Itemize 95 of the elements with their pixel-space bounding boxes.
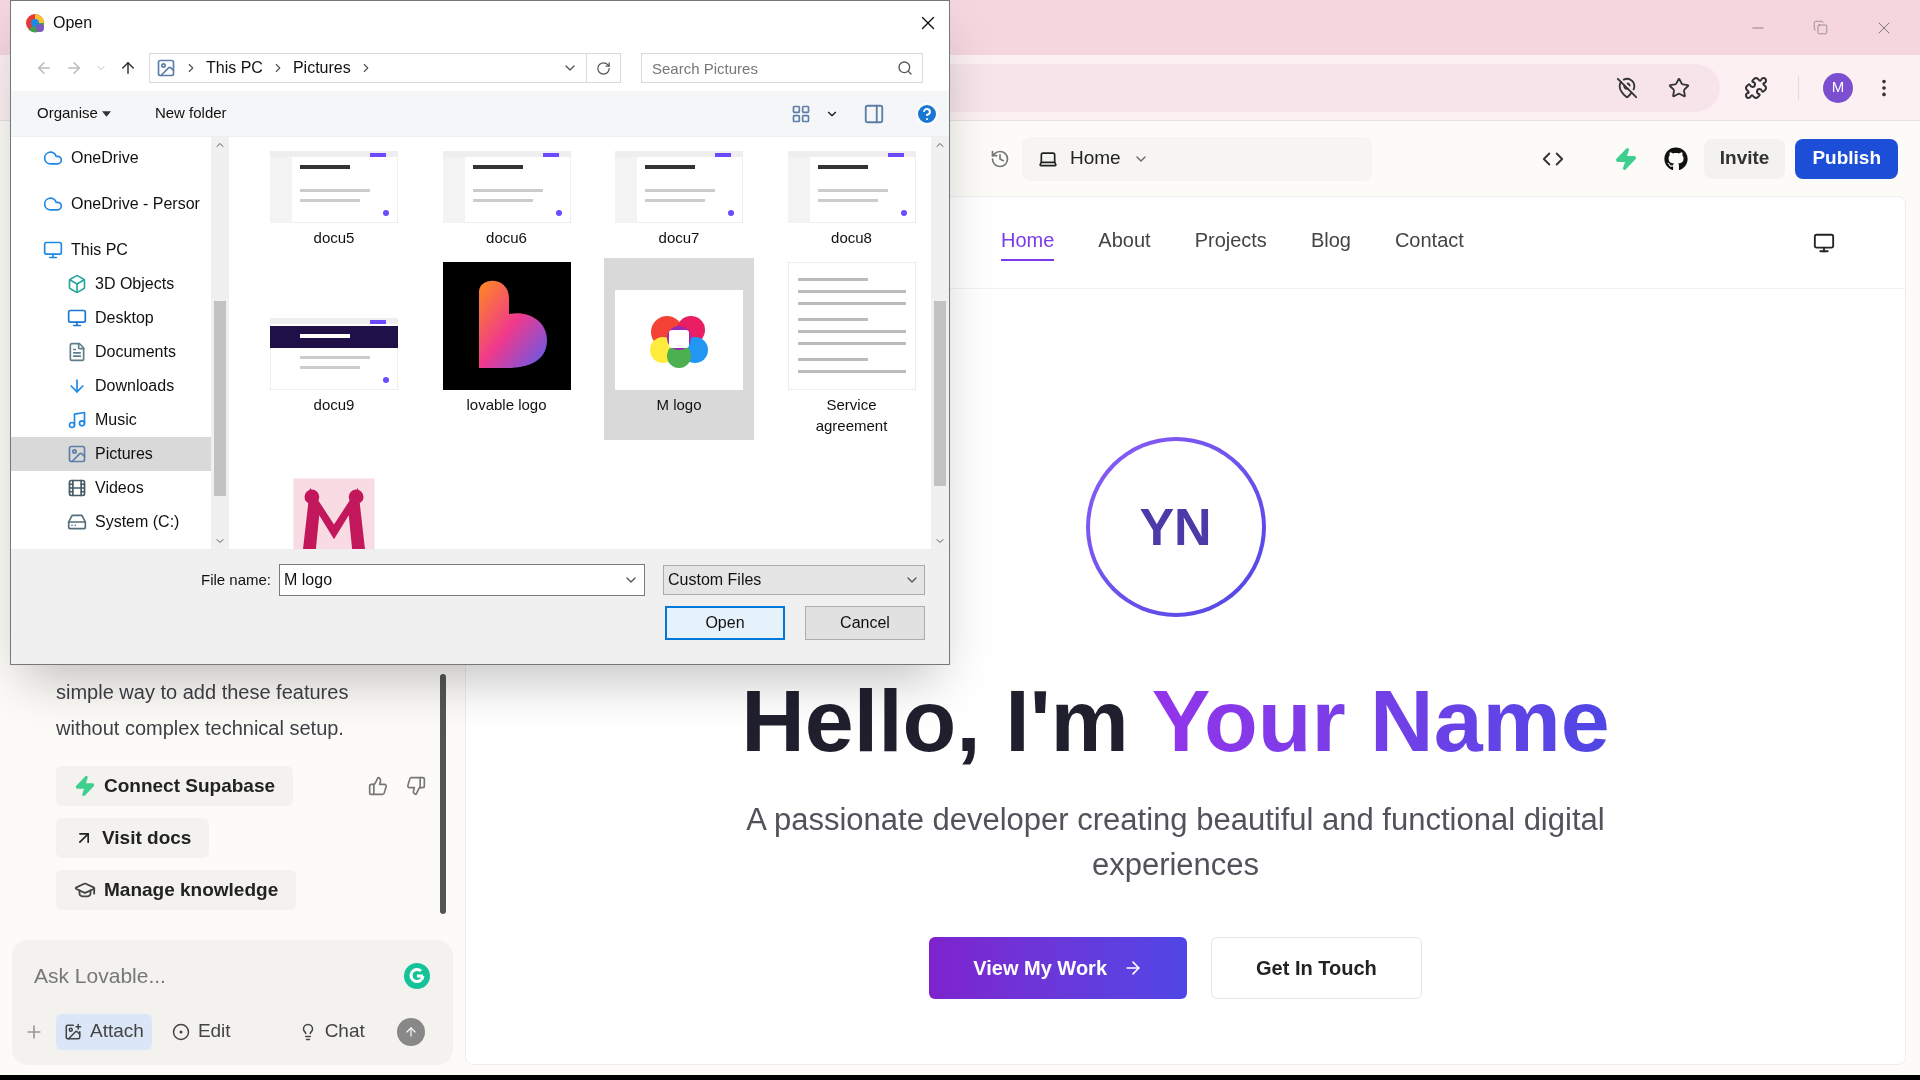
nav-link[interactable]: Blog bbox=[1310, 224, 1351, 261]
nav-link[interactable]: About bbox=[1098, 224, 1151, 261]
file-tile[interactable]: docu6 bbox=[431, 143, 582, 252]
scrollbar[interactable] bbox=[440, 674, 446, 914]
scrollbar[interactable] bbox=[931, 137, 949, 549]
file-tile[interactable]: docu8 bbox=[776, 143, 927, 252]
file-tile[interactable]: lovable logo bbox=[431, 258, 582, 440]
sidebar-item[interactable]: Desktop bbox=[11, 301, 211, 335]
history-icon[interactable] bbox=[990, 148, 1010, 169]
file-name: Service agreement bbox=[814, 395, 889, 436]
extensions-icon[interactable] bbox=[1744, 75, 1768, 100]
tool-button[interactable]: Edit bbox=[163, 1013, 239, 1050]
file-tile[interactable]: docu7 bbox=[604, 143, 754, 252]
computer-icon bbox=[43, 240, 63, 260]
thumbs-up-icon[interactable] bbox=[368, 776, 388, 796]
file-name: docu5 bbox=[312, 228, 356, 248]
page-selector[interactable]: Home bbox=[1022, 136, 1372, 181]
image-icon bbox=[67, 444, 87, 464]
sidebar-item[interactable]: 3D Objects bbox=[11, 267, 211, 301]
sidebar-item[interactable]: OneDrive bbox=[11, 141, 211, 175]
file-tile[interactable]: docu9 bbox=[259, 258, 409, 440]
file-tile[interactable]: Service agreement bbox=[776, 258, 927, 440]
up-icon[interactable] bbox=[119, 59, 137, 77]
desktop-icon bbox=[67, 308, 87, 328]
bolt-icon bbox=[74, 775, 96, 797]
nav-link[interactable]: Projects bbox=[1194, 224, 1267, 261]
file-name: docu6 bbox=[485, 228, 528, 248]
file-name: docu9 bbox=[312, 395, 356, 415]
nav-link[interactable]: Home bbox=[1001, 224, 1055, 261]
cloud-icon bbox=[43, 148, 63, 168]
image-icon bbox=[156, 58, 176, 78]
app-icon bbox=[25, 13, 45, 33]
document-icon bbox=[67, 342, 87, 362]
preview-pane-icon[interactable] bbox=[863, 102, 885, 125]
tool-button[interactable]: Chat bbox=[290, 1013, 373, 1050]
music-note-icon bbox=[67, 410, 87, 430]
tool-button[interactable]: Attach bbox=[56, 1013, 152, 1050]
sidebar-item[interactable]: Documents bbox=[11, 335, 211, 369]
sidebar-item[interactable]: OneDrive - Persor bbox=[11, 187, 211, 221]
address-bar[interactable]: This PC Pictures bbox=[149, 53, 621, 83]
drive-icon bbox=[67, 512, 87, 532]
sidebar-item[interactable]: Pictures bbox=[11, 437, 211, 471]
sidebar-item[interactable]: This PC bbox=[11, 233, 211, 267]
file-name-field[interactable]: M logo bbox=[279, 564, 645, 596]
action-button[interactable]: Manage knowledge bbox=[56, 870, 297, 910]
action-button[interactable]: Connect Supabase bbox=[56, 766, 294, 806]
sidebar-item[interactable]: Downloads bbox=[11, 369, 211, 403]
monitor-icon[interactable] bbox=[1813, 231, 1835, 254]
chat-message: simple way to add these features without complex technical setup. bbox=[56, 680, 350, 741]
github-icon[interactable] bbox=[1663, 146, 1688, 171]
nav-link[interactable]: Contact bbox=[1394, 224, 1464, 261]
profile-avatar[interactable]: M bbox=[1823, 72, 1853, 103]
refresh-icon[interactable] bbox=[596, 60, 611, 76]
action-button[interactable]: Visit docs bbox=[56, 818, 210, 858]
breadcrumb-item[interactable]: Pictures bbox=[292, 56, 351, 80]
publish-button[interactable]: Publish bbox=[1795, 138, 1898, 179]
toolbar-command[interactable]: New folder bbox=[154, 102, 227, 125]
file-type-dropdown[interactable]: Custom Files bbox=[663, 565, 925, 595]
grammarly-icon[interactable] bbox=[403, 961, 431, 990]
cloud-icon bbox=[43, 194, 63, 214]
target-icon bbox=[171, 1022, 190, 1041]
image-icon bbox=[64, 1022, 82, 1041]
film-icon bbox=[67, 478, 87, 498]
chat-input[interactable]: Ask Lovable... bbox=[34, 960, 403, 992]
file-name: lovable logo bbox=[465, 395, 548, 415]
view-options-icon[interactable] bbox=[791, 103, 811, 124]
bookmark-star-icon[interactable] bbox=[1668, 76, 1690, 99]
scrollbar[interactable] bbox=[211, 137, 229, 549]
sidebar-item[interactable]: Music bbox=[11, 403, 211, 437]
dialog-title: Open bbox=[53, 13, 93, 33]
toolbar-command[interactable]: Organise bbox=[37, 102, 111, 125]
file-name: docu8 bbox=[830, 228, 873, 248]
file-tile[interactable]: docu5 bbox=[259, 143, 409, 252]
help-icon[interactable] bbox=[915, 101, 939, 126]
invite-button[interactable]: Invite bbox=[1703, 138, 1786, 179]
sidebar-item[interactable]: System (C:) bbox=[11, 505, 211, 539]
search-icon bbox=[897, 60, 913, 76]
breadcrumb-item[interactable]: This PC bbox=[206, 56, 263, 80]
file-tile[interactable]: M logo bbox=[604, 258, 754, 440]
send-button[interactable] bbox=[396, 1017, 425, 1046]
thumbs-down-icon[interactable] bbox=[406, 776, 426, 796]
primary-button[interactable]: View My Work bbox=[929, 937, 1187, 999]
dialog-button[interactable]: Open bbox=[665, 606, 785, 640]
dialog-button[interactable]: Cancel bbox=[805, 606, 925, 640]
file-name: M logo bbox=[655, 395, 703, 415]
cube-icon bbox=[67, 274, 87, 294]
sidebar-item[interactable]: Videos bbox=[11, 471, 211, 505]
search-field[interactable]: Search Pictures bbox=[641, 53, 923, 83]
secondary-button[interactable]: Get In Touch bbox=[1211, 937, 1422, 999]
field-label: File name: bbox=[200, 569, 271, 590]
avatar-initials: YN bbox=[1139, 497, 1212, 558]
caret-icon bbox=[101, 110, 111, 117]
file-name: docu7 bbox=[657, 228, 701, 248]
location-off-icon[interactable] bbox=[1616, 76, 1638, 99]
hero-subtitle: A passionate developer creating beautiful and functional digital experiences bbox=[745, 801, 1606, 884]
